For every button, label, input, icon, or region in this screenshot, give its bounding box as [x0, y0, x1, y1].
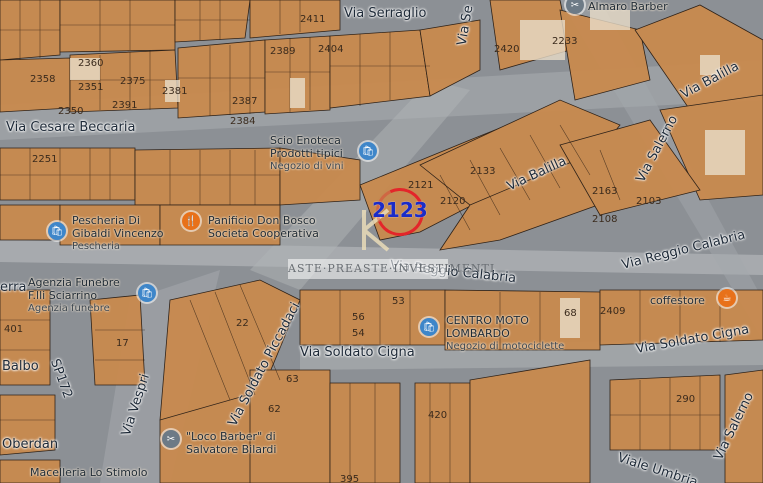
poi-label-panificio[interactable]: Panificio Don Bosco Societa Cooperativa	[208, 214, 319, 240]
parcel-number: 2108	[592, 214, 618, 225]
parcel-number: 395	[340, 474, 360, 483]
parcel-number: 2375	[120, 76, 146, 87]
parcel-number: 54	[352, 328, 365, 339]
parcel-number: 2360	[78, 58, 104, 69]
parcel-number: 2120	[440, 196, 466, 207]
parcel-number: 22	[236, 318, 249, 329]
parcel-number: 2350	[58, 106, 84, 117]
map-canvas[interactable]: Via Serraglio Via Cesare Beccaria Via Ba…	[0, 0, 763, 483]
parcel-number: 2351	[78, 82, 104, 93]
parcel-number: 2411	[300, 14, 326, 25]
parcel-number: 420	[428, 410, 448, 421]
parcel-number: 2409	[600, 306, 626, 317]
parcel-number: 2103	[636, 196, 662, 207]
parcel-number: 2163	[592, 186, 618, 197]
poi-pin-pescheria[interactable]: 🛍	[48, 222, 66, 240]
poi-label-agenzia-funebre[interactable]: Agenzia Funebre F.lli Sciarrino Agenzia …	[28, 276, 120, 315]
parcel-number: 2391	[112, 100, 138, 111]
street-label: Via Serraglio	[344, 6, 427, 21]
poi-pin-agenzia-funebre[interactable]: 🛍	[138, 284, 156, 302]
watermark-text: ASTE·PREASTE·INVESTIMENTI	[288, 259, 494, 279]
parcel-number: 2387	[232, 96, 258, 107]
poi-pin-centro-moto[interactable]: 🛍	[420, 318, 438, 336]
selected-parcel-marker[interactable]: 2123	[369, 181, 431, 244]
poi-label-centro-moto[interactable]: CENTRO MOTO LOMBARDO Negozio di motocicl…	[446, 314, 564, 353]
parcel-number: 2381	[162, 86, 188, 97]
street-label: Via Soldato Cigna	[300, 345, 415, 360]
poi-label-loco-barber[interactable]: "Loco Barber" di Salvatore Bilardi	[186, 430, 276, 456]
parcel-number: 17	[116, 338, 129, 349]
parcel-number: 63	[286, 374, 299, 385]
street-label: Via Cesare Beccaria	[6, 120, 136, 135]
poi-label-almaro-barber[interactable]: Almaro Barber	[588, 0, 668, 13]
poi-label-pescheria[interactable]: Pescheria Di Gibaldi Vincenzo Pescheria	[72, 214, 164, 253]
parcel-number: 2133	[470, 166, 496, 177]
poi-label-scio-enoteca[interactable]: Scio Enoteca Prodotti tipici Negozio di …	[270, 134, 344, 173]
parcel-number: 2384	[230, 116, 256, 127]
parcel-number: 2358	[30, 74, 56, 85]
parcel-number: 53	[392, 296, 405, 307]
parcel-number: 2389	[270, 46, 296, 57]
parcel-number: 62	[268, 404, 281, 415]
parcel-number: 2233	[552, 36, 578, 47]
parcel-number: 68	[564, 308, 577, 319]
parcel-number: 2404	[318, 44, 344, 55]
poi-label-macelleria[interactable]: Macelleria Lo Stimolo	[30, 466, 148, 479]
parcel-number: 290	[676, 394, 696, 405]
parcel-number: 401	[4, 324, 24, 335]
parcel-number: 2251	[32, 154, 58, 165]
parcel-number: 2420	[494, 44, 520, 55]
poi-pin-loco-barber[interactable]: ✂	[162, 430, 180, 448]
marker-label: 2123	[372, 198, 428, 222]
poi-pin-coffestore[interactable]: ☕	[718, 289, 736, 307]
parcel-number: 56	[352, 312, 365, 323]
street-label: Oberdan	[2, 437, 59, 452]
street-label: erra	[0, 280, 27, 295]
poi-label-coffestore[interactable]: coffestore	[650, 294, 705, 307]
poi-pin-panificio[interactable]: 🍴	[182, 212, 200, 230]
street-label: Balbo	[2, 359, 39, 374]
poi-pin-scio-enoteca[interactable]: 🛍	[359, 142, 377, 160]
